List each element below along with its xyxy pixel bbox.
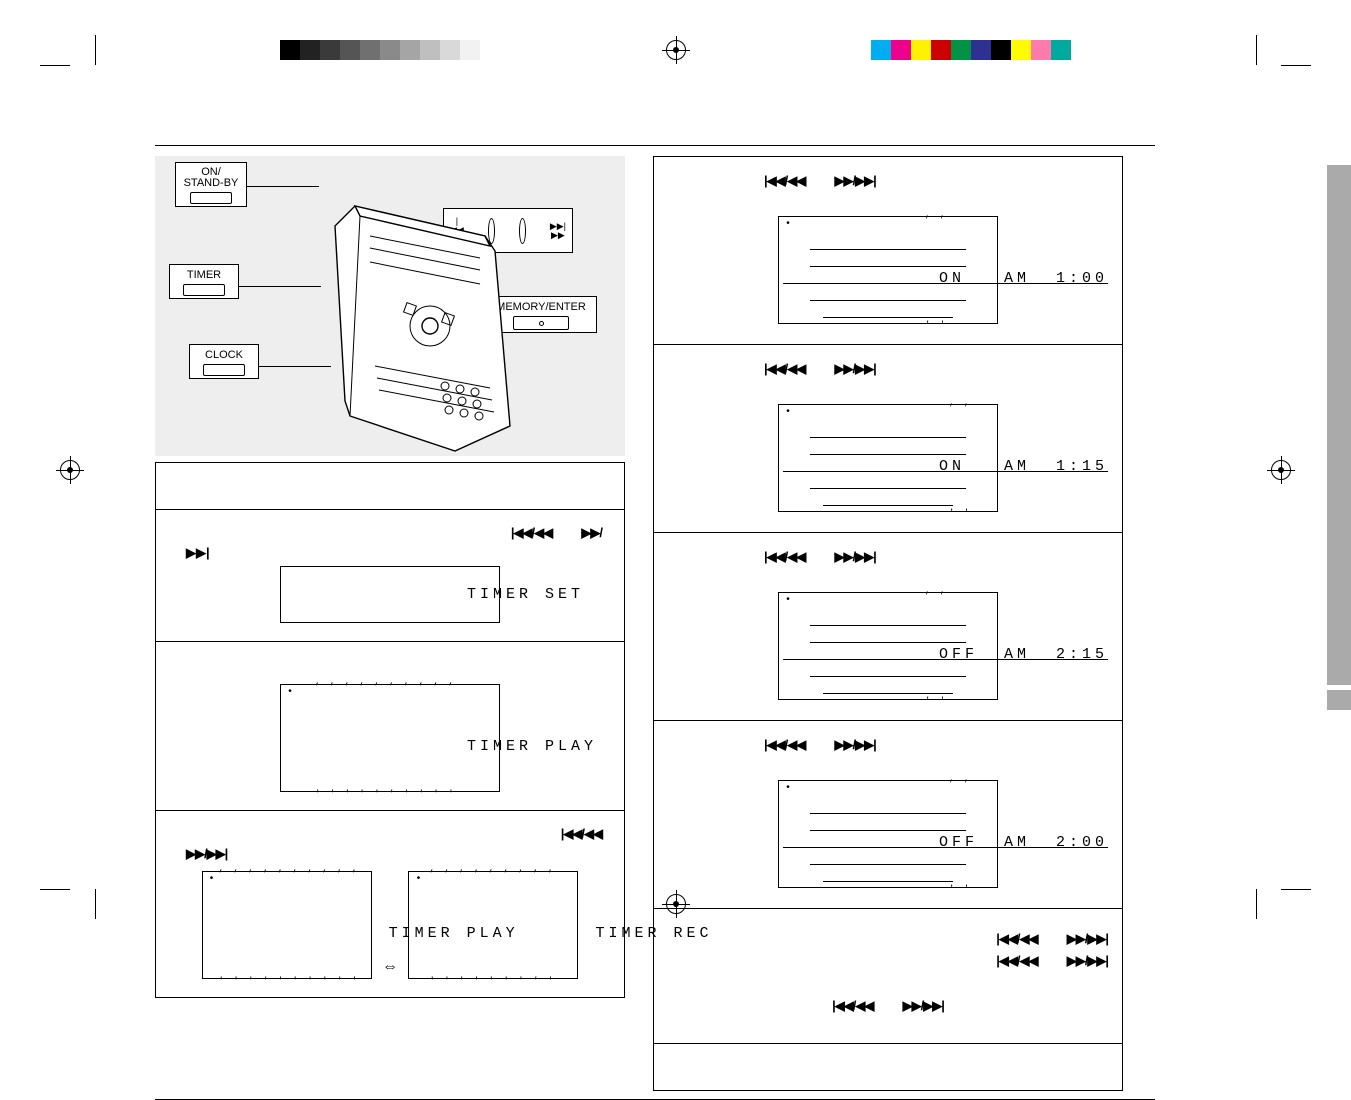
- registration-mark-top: [666, 40, 686, 60]
- clock-button-icon: [203, 364, 245, 376]
- fwd-icon-r4: ▶▶/▶▶|: [834, 737, 875, 753]
- callout-clock-label: CLOCK: [196, 349, 252, 361]
- crop-marks-bottom: [0, 884, 1351, 924]
- fwd-partial-icon: ▶▶/: [581, 525, 602, 541]
- skip-icons-info1: |◀◀/◀◀ ▶▶/▶▶|: [996, 931, 1108, 947]
- callout-clock: CLOCK: [189, 344, 259, 379]
- rew-icon-r4: |◀◀/◀◀: [764, 737, 805, 753]
- registration-mark-right: [1271, 460, 1291, 480]
- skip-icons-step2: |◀◀/◀◀ ▶▶/: [511, 525, 602, 541]
- lcd-timer-play: • , , , , , , , , , , TIMER PLAY ' ' ' '…: [280, 684, 500, 792]
- right-step-info: |◀◀/◀◀ ▶▶/▶▶| |◀◀/◀◀ ▶▶/▶▶| |◀◀/◀◀ ▶▶/▶▶…: [654, 909, 1122, 1044]
- skip-icons-step4: |◀◀/◀◀: [561, 826, 602, 842]
- timer-indicator-icon: •: [287, 687, 293, 698]
- lcd-off-200: • , , OFF AM 2:00 ' ': [778, 780, 998, 888]
- skip-icons-r3: |◀◀/◀◀ ▶▶/▶▶|: [764, 549, 876, 565]
- right-step-3: |◀◀/◀◀ ▶▶/▶▶| • , , OFF AM 2:15 ' ': [654, 533, 1122, 721]
- right-step-2: |◀◀/◀◀ ▶▶/▶▶| • , , ON AM 1:15 ' ': [654, 345, 1122, 533]
- right-step-4: |◀◀/◀◀ ▶▶/▶▶| • , , OFF AM 2:00 ' ': [654, 721, 1122, 909]
- left-step-3: • , , , , , , , , , , TIMER PLAY ' ' ' '…: [156, 641, 624, 810]
- crop-marks-top: [0, 30, 1351, 70]
- fwd-icon-4: ▶▶/▶▶|: [186, 846, 227, 862]
- rew-icon-r2: |◀◀/◀◀: [764, 361, 805, 377]
- left-column: ON/ STAND-BY TIMER CLOCK |◀◀◀◀ ▶: [155, 156, 625, 1091]
- lcd-off-215: • , , OFF AM 2:15 ' ': [778, 592, 998, 700]
- callout-standby-label: ON/ STAND-BY: [182, 167, 240, 189]
- registration-mark-left: [60, 460, 80, 480]
- fwd-icon-r3: ▶▶/▶▶|: [834, 549, 875, 565]
- fwd-end-icon: ▶▶|: [186, 545, 210, 560]
- grayscale-swatches: [280, 40, 480, 60]
- skip-icons-r2: |◀◀/◀◀ ▶▶/▶▶|: [764, 361, 876, 377]
- rew-icon-4: |◀◀/◀◀: [561, 826, 602, 842]
- lcd-on-115: • , , ON AM 1:15 ' ': [778, 404, 998, 512]
- right-step-last: [654, 1044, 1122, 1090]
- rew-icon: |◀◀/◀◀: [511, 525, 552, 541]
- remote-svg-icon: [315, 196, 535, 456]
- callout-timer: TIMER: [169, 264, 239, 299]
- fwd-icon-r2: ▶▶/▶▶|: [834, 361, 875, 377]
- rew-icon-r3: |◀◀/◀◀: [764, 549, 805, 565]
- skip-icons-info2: |◀◀/◀◀ ▶▶/▶▶|: [996, 953, 1108, 969]
- crop-mark-tr: [1256, 35, 1311, 65]
- registration-mark-bottom: [666, 894, 686, 914]
- right-step-1: |◀◀/◀◀ ▶▶/▶▶| • , , ON AM 1:00 ' ': [654, 157, 1122, 345]
- fwd-mini-label: ▶▶|▶▶: [550, 222, 566, 240]
- standby-button-icon: [190, 192, 232, 204]
- lcd-timer-set: TIMER SET: [280, 566, 500, 623]
- rew-icon-r1: |◀◀/◀◀: [764, 173, 805, 189]
- right-column: |◀◀/◀◀ ▶▶/▶▶| • , , ON AM 1:00 ' ' |◀◀/◀…: [653, 156, 1123, 1091]
- left-step-1: [156, 463, 624, 509]
- crop-mark-tl: [40, 35, 95, 65]
- timer-button-icon: [183, 284, 225, 296]
- remote-illustration: ON/ STAND-BY TIMER CLOCK |◀◀◀◀ ▶: [155, 156, 625, 456]
- double-arrow-icon: ⇔: [382, 958, 398, 975]
- thumb-index-tab: [1327, 690, 1351, 710]
- skip-icons-info3: |◀◀/◀◀ ▶▶/▶▶|: [832, 998, 944, 1014]
- callout-standby: ON/ STAND-BY: [175, 162, 247, 207]
- crop-mark-bl: [40, 889, 95, 919]
- color-swatches: [871, 40, 1071, 60]
- page-content: ON/ STAND-BY TIMER CLOCK |◀◀◀◀ ▶: [155, 145, 1155, 1100]
- fwd-icon-r1: ▶▶/▶▶|: [834, 173, 875, 189]
- callout-timer-label: TIMER: [176, 269, 232, 281]
- page-rule-top: [155, 145, 1155, 146]
- crop-mark-br: [1256, 889, 1311, 919]
- skip-icons-r4: |◀◀/◀◀ ▶▶/▶▶|: [764, 737, 876, 753]
- skip-icons-r1: |◀◀/◀◀ ▶▶/▶▶|: [764, 173, 876, 189]
- lcd-on-100: • , , ON AM 1:00 ' ': [778, 216, 998, 324]
- thumb-index-bar: [1327, 165, 1351, 685]
- left-step-2: |◀◀/◀◀ ▶▶/ ▶▶| TIMER SET: [156, 509, 624, 641]
